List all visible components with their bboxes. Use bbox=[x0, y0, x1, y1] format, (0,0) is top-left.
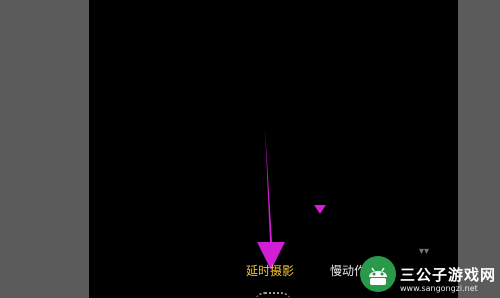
mode-timelapse-tab[interactable]: 延时摄影 bbox=[246, 263, 294, 279]
triangle-marker-icon bbox=[314, 205, 326, 214]
watermark-logo: 三公子游戏网 www.sangongzi.net bbox=[360, 254, 495, 296]
shutter-dial-hint bbox=[255, 292, 291, 298]
watermark-title: 三公子游戏网 bbox=[400, 266, 497, 284]
android-robot-icon bbox=[360, 256, 396, 292]
left-letterbox bbox=[0, 0, 89, 298]
watermark-url: www.sangongzi.net bbox=[400, 284, 478, 293]
